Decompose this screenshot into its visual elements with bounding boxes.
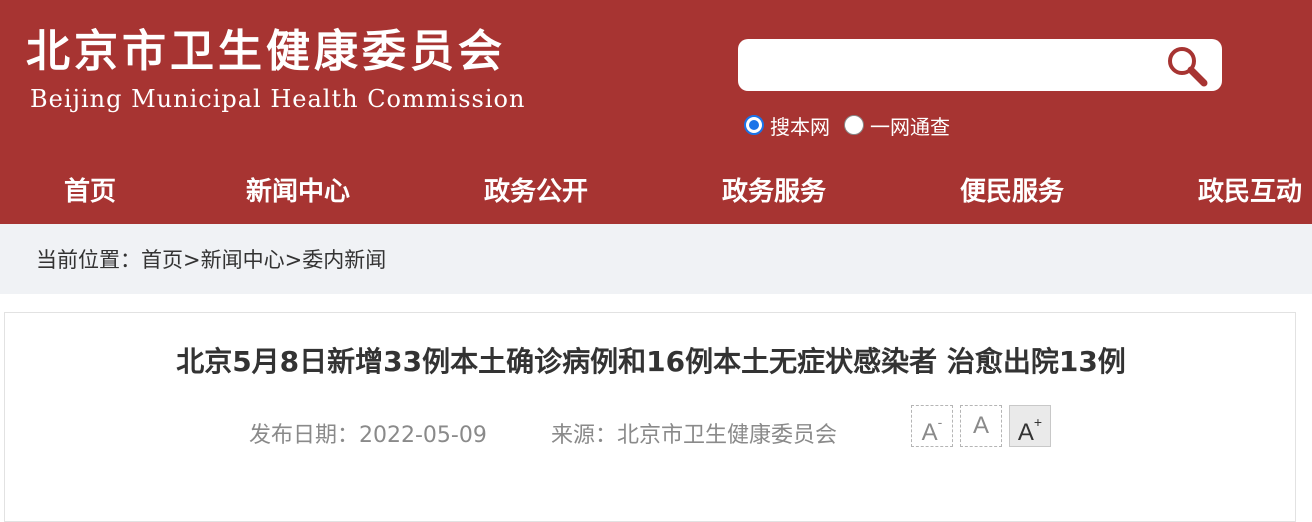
radio-checked-icon[interactable] — [744, 115, 764, 135]
breadcrumb-prefix: 当前位置： — [36, 248, 141, 272]
main-nav: 首页 新闻中心 政务公开 政务服务 便民服务 政民互动 — [0, 166, 1312, 218]
font-increase-glyph: A — [1017, 419, 1034, 446]
font-default-glyph: A — [972, 412, 989, 439]
font-size-default-button[interactable]: A — [960, 405, 1002, 447]
site-logo-chinese[interactable]: 北京市卫生健康委员会 — [26, 24, 506, 80]
nav-item-interaction[interactable]: 政民互动 — [1198, 166, 1302, 218]
font-size-decrease-button[interactable]: A- — [911, 405, 953, 447]
site-logo-english[interactable]: Beijing Municipal Health Commission — [30, 84, 525, 114]
search-scope-all-label: 一网通查 — [870, 114, 950, 139]
search-scope-all[interactable]: 一网通查 — [844, 111, 950, 140]
search-button[interactable] — [1162, 42, 1212, 88]
breadcrumb-separator: > — [284, 248, 303, 272]
breadcrumb-link-home[interactable]: 首页 — [141, 248, 183, 272]
font-decrease-glyph: A — [921, 419, 938, 446]
nav-item-citizen-services[interactable]: 便民服务 — [960, 166, 1064, 218]
font-decrease-sign: - — [937, 414, 943, 430]
article-panel: 北京5月8日新增33例本土确诊病例和16例本土无症状感染者 治愈出院13例 发布… — [4, 312, 1296, 522]
nav-item-gov-services[interactable]: 政务服务 — [722, 166, 826, 218]
breadcrumb: 当前位置：首页>新闻中心>委内新闻 — [0, 224, 1312, 294]
nav-item-news[interactable]: 新闻中心 — [246, 166, 350, 218]
publish-date: 发布日期：2022-05-09 — [249, 423, 487, 448]
font-increase-sign: + — [1033, 414, 1043, 430]
breadcrumb-separator: > — [183, 248, 201, 272]
article-source: 来源：北京市卫生健康委员会 — [551, 423, 838, 448]
search-input[interactable] — [750, 47, 1150, 83]
search-scope-site-label: 搜本网 — [770, 114, 830, 139]
breadcrumb-link-internal-news[interactable]: 委内新闻 — [302, 248, 386, 272]
search-icon — [1168, 47, 1208, 87]
nav-item-home[interactable]: 首页 — [64, 166, 116, 218]
search-scope-group: 搜本网 一网通查 — [744, 110, 964, 140]
breadcrumb-link-news[interactable]: 新闻中心 — [201, 248, 285, 272]
search-scope-site[interactable]: 搜本网 — [744, 111, 830, 140]
site-header: 北京市卫生健康委员会 Beijing Municipal Health Comm… — [0, 0, 1312, 224]
font-size-increase-button[interactable]: A+ — [1009, 405, 1051, 447]
nav-item-public-affairs[interactable]: 政务公开 — [484, 166, 588, 218]
article-title: 北京5月8日新增33例本土确诊病例和16例本土无症状感染者 治愈出院13例 — [176, 345, 1126, 378]
radio-unchecked-icon[interactable] — [844, 115, 864, 135]
breadcrumb-trail: 当前位置：首页>新闻中心>委内新闻 — [36, 246, 386, 274]
search-box — [738, 39, 1222, 91]
